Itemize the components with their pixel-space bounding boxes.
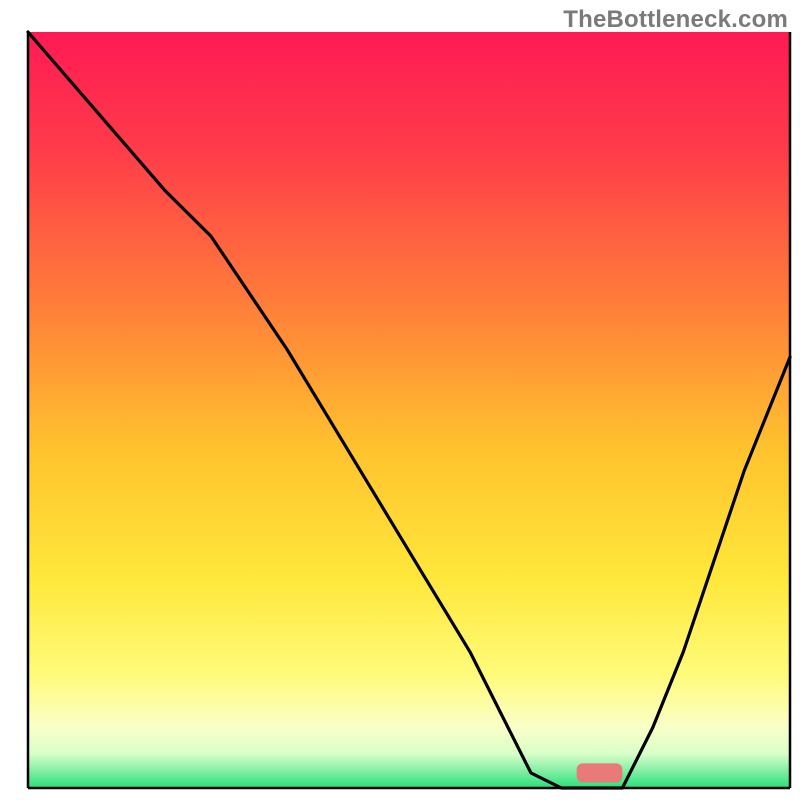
optimum-marker: [577, 763, 623, 782]
chart-container: TheBottleneck.com: [0, 0, 800, 800]
bottleneck-chart: [0, 0, 800, 800]
watermark-text: TheBottleneck.com: [563, 6, 788, 34]
